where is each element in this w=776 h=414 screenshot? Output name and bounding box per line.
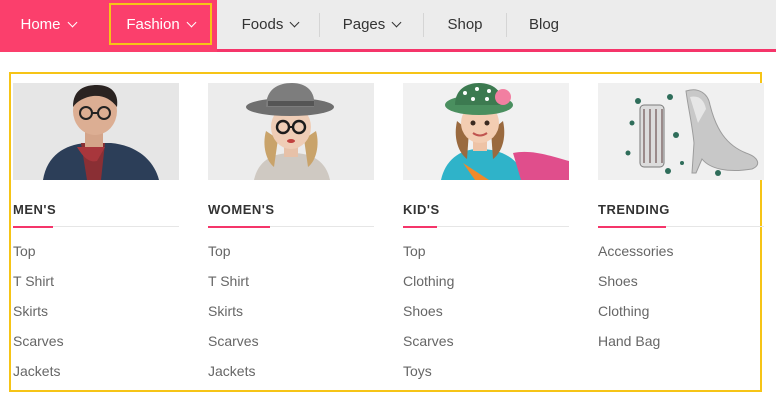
nav-item-pages[interactable]: Pages	[320, 0, 423, 49]
title-divider	[208, 225, 374, 228]
link-list: Top T Shirt Skirts Scarves Jackets	[208, 241, 374, 391]
nav-item-label: Home	[20, 16, 61, 33]
column-title: KID'S	[403, 202, 440, 217]
chevron-down-icon	[186, 17, 197, 27]
menu-link-toys[interactable]: Toys	[403, 361, 569, 391]
top-navigation: Home Fashion Foods Pages Shop Blog	[0, 0, 776, 52]
menu-link-skirts[interactable]: Skirts	[13, 301, 179, 331]
nav-item-blog[interactable]: Blog	[507, 0, 581, 49]
title-divider	[13, 225, 179, 228]
menu-link-top[interactable]: Top	[208, 241, 374, 271]
title-divider	[598, 225, 764, 228]
chevron-down-icon	[289, 17, 300, 27]
menu-link-jackets[interactable]: Jackets	[208, 361, 374, 391]
column-title: WOMEN'S	[208, 202, 275, 217]
menu-link-shoes[interactable]: Shoes	[598, 271, 764, 301]
menu-link-skirts[interactable]: Skirts	[208, 301, 374, 331]
menu-link-t-shirt[interactable]: T Shirt	[208, 271, 374, 301]
column-title: MEN'S	[13, 202, 57, 217]
menu-column-womens: WOMEN'S Top T Shirt Skirts Scarves Jacke…	[208, 83, 374, 391]
menu-column-trending: TRENDING Accessories Shoes Clothing Hand…	[598, 83, 764, 361]
menu-link-shoes[interactable]: Shoes	[403, 301, 569, 331]
menu-link-scarves[interactable]: Scarves	[403, 331, 569, 361]
nav-item-shop[interactable]: Shop	[424, 0, 506, 49]
high-heel-shoe-photo[interactable]	[598, 83, 764, 180]
menu-link-top[interactable]: Top	[13, 241, 179, 271]
menu-column-mens: MEN'S Top T Shirt Skirts Scarves Jackets	[13, 83, 179, 391]
menu-link-scarves[interactable]: Scarves	[208, 331, 374, 361]
link-list: Accessories Shoes Clothing Hand Bag	[598, 241, 764, 361]
link-list: Top Clothing Shoes Scarves Toys	[403, 241, 569, 391]
nav-item-label: Pages	[342, 16, 386, 33]
girl-wearing-hat-photo[interactable]	[403, 83, 569, 180]
menu-link-t-shirt[interactable]: T Shirt	[13, 271, 179, 301]
chevron-down-icon	[67, 17, 77, 27]
man-wearing-glasses-photo[interactable]	[13, 83, 179, 180]
menu-column-kids: KID'S Top Clothing Shoes Scarves Toys	[403, 83, 569, 391]
menu-link-hand-bag[interactable]: Hand Bag	[598, 331, 764, 361]
nav-item-label: Fashion	[126, 16, 180, 33]
menu-link-clothing[interactable]: Clothing	[403, 271, 569, 301]
nav-item-label: Blog	[528, 16, 560, 33]
menu-link-jackets[interactable]: Jackets	[13, 361, 179, 391]
link-list: Top T Shirt Skirts Scarves Jackets	[13, 241, 179, 391]
title-divider	[403, 225, 569, 228]
menu-link-clothing[interactable]: Clothing	[598, 301, 764, 331]
nav-item-foods[interactable]: Foods	[222, 0, 318, 49]
chevron-down-icon	[391, 17, 402, 27]
menu-link-top[interactable]: Top	[403, 241, 569, 271]
nav-item-label: Foods	[241, 16, 284, 33]
menu-link-scarves[interactable]: Scarves	[13, 331, 179, 361]
nav-item-home[interactable]: Home	[0, 0, 96, 49]
nav-item-label: Shop	[447, 16, 483, 33]
woman-wearing-hat-photo[interactable]	[208, 83, 374, 180]
menu-link-accessories[interactable]: Accessories	[598, 241, 764, 271]
nav-item-fashion[interactable]: Fashion	[109, 0, 212, 49]
column-title: TRENDING	[598, 202, 670, 217]
